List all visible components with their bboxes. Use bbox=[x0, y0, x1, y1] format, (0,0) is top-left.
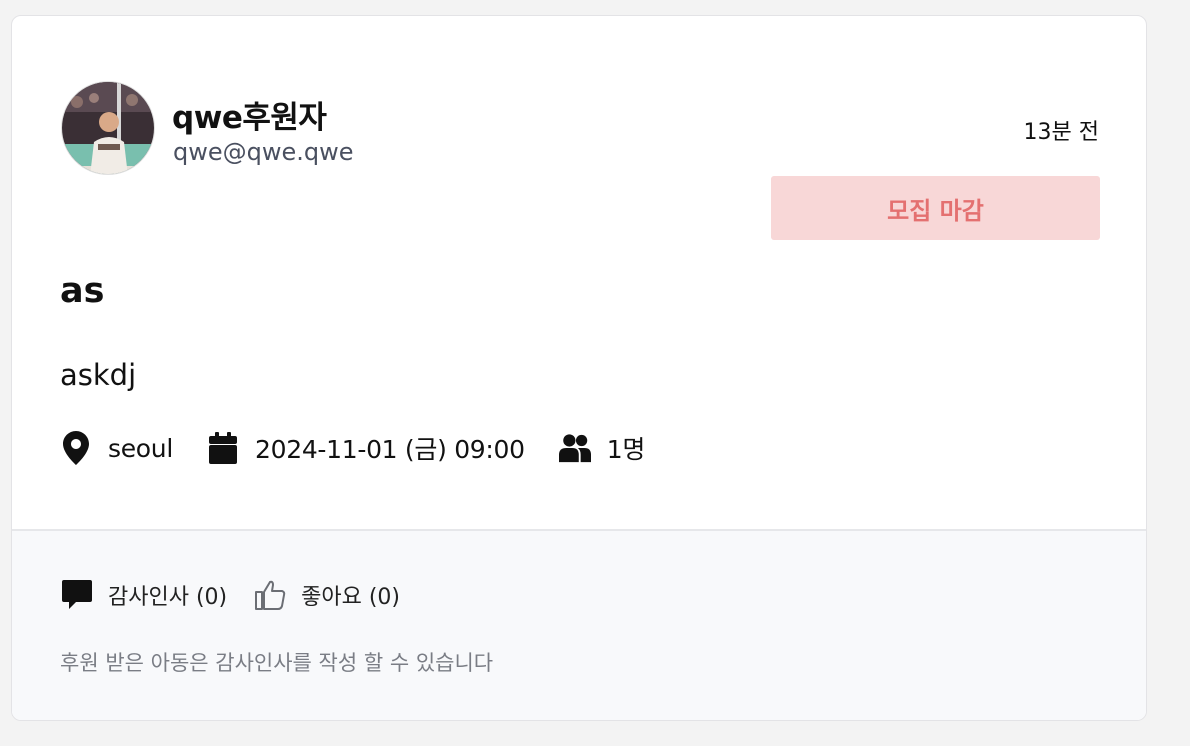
author-email: qwe@qwe.qwe bbox=[173, 138, 354, 166]
post-people-count: 1명 bbox=[606, 435, 646, 464]
post-card-body: qwe후원자 qwe@qwe.qwe 13분 전 모집 마감 as askdj … bbox=[12, 16, 1146, 529]
author-name[interactable]: qwe후원자 bbox=[172, 92, 327, 137]
post-location: seoul bbox=[108, 433, 173, 463]
post-title: as bbox=[60, 271, 105, 311]
avatar[interactable] bbox=[61, 81, 155, 175]
post-card-footer: 감사인사 (0) 좋아요 (0) 후원 받은 아동은 감사인사를 작성 할 수 … bbox=[12, 529, 1146, 720]
thanks-note: 후원 받은 아동은 감사인사를 작성 할 수 있습니다 bbox=[60, 651, 494, 675]
users-icon bbox=[558, 430, 591, 466]
post-content: askdj bbox=[60, 358, 137, 392]
recruitment-closed-button[interactable]: 모집 마감 bbox=[771, 176, 1100, 240]
post-actions: 감사인사 (0) 좋아요 (0) bbox=[60, 577, 426, 613]
like-count[interactable]: 좋아요 (0) bbox=[301, 579, 400, 611]
thanks-count[interactable]: 감사인사 (0) bbox=[108, 579, 227, 611]
calendar-icon bbox=[207, 430, 239, 466]
post-timestamp: 13분 전 bbox=[1023, 120, 1099, 145]
map-pin-icon bbox=[60, 430, 92, 466]
post-datetime: 2024-11-01 (금) 09:00 bbox=[255, 435, 525, 464]
comment-icon[interactable] bbox=[60, 578, 94, 612]
post-card: qwe후원자 qwe@qwe.qwe 13분 전 모집 마감 as askdj … bbox=[11, 15, 1147, 721]
thumbs-up-icon[interactable] bbox=[253, 578, 287, 612]
post-meta: seoul 2024-11-01 (금) 09:00 1명 bbox=[60, 428, 679, 468]
